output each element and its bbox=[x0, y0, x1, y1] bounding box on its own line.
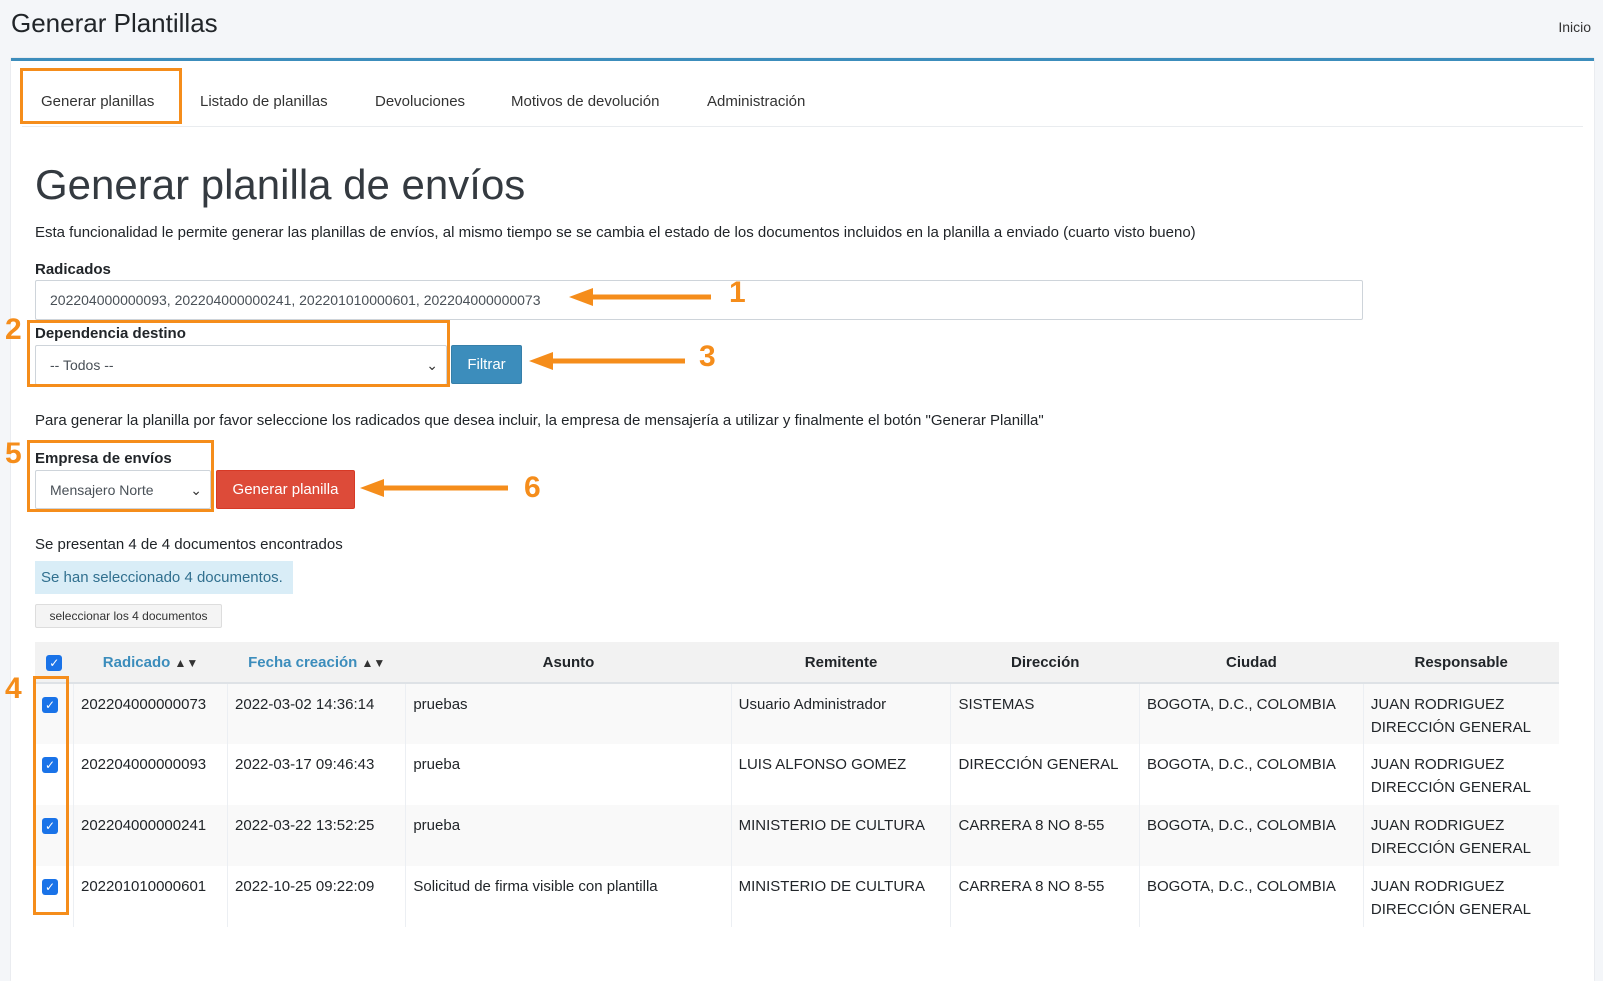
cell-asunto: Solicitud de firma visible con plantilla bbox=[405, 866, 732, 927]
tab-listado-planillas[interactable]: Listado de planillas bbox=[200, 93, 328, 110]
table-row[interactable]: ✓ 202201010000601 2022-10-25 09:22:09 So… bbox=[35, 866, 1559, 927]
page-heading: Generar Plantillas bbox=[11, 8, 218, 38]
responsable-name: JUAN RODRIGUEZ bbox=[1370, 756, 1505, 773]
annotation-number-3: 3 bbox=[699, 340, 716, 373]
highlight-empresa bbox=[27, 440, 214, 512]
cell-responsable: JUAN RODRIGUEZ DIRECCIÓN GENERAL bbox=[1363, 744, 1559, 805]
responsable-dependencia: DIRECCIÓN GENERAL bbox=[1370, 901, 1531, 918]
sort-icon: ▲▼ bbox=[174, 655, 199, 670]
column-responsable: Responsable bbox=[1363, 642, 1559, 684]
column-radicado[interactable]: Radicado ▲▼ bbox=[73, 642, 228, 684]
instructions-text: Para generar la planilla por favor selec… bbox=[35, 412, 1044, 429]
page-description: Esta funcionalidad le permite generar la… bbox=[35, 224, 1196, 241]
results-count-text: Se presentan 4 de 4 documentos encontrad… bbox=[35, 536, 343, 553]
cell-fecha: 2022-10-25 09:22:09 bbox=[227, 866, 407, 927]
selected-alert: Se han seleccionado 4 documentos. bbox=[35, 561, 293, 594]
table-header-row: ✓ Radicado ▲▼ Fecha creación ▲▼ Asunto R… bbox=[35, 642, 1559, 684]
highlight-dependencia bbox=[27, 320, 450, 387]
annotation-number-2: 2 bbox=[5, 313, 22, 346]
column-remitente: Remitente bbox=[731, 642, 951, 684]
cell-radicado: 202204000000073 bbox=[73, 683, 229, 744]
cell-fecha: 2022-03-02 14:36:14 bbox=[227, 683, 407, 744]
generate-button[interactable]: Generar planilla bbox=[216, 470, 355, 509]
annotation-number-5: 5 bbox=[5, 437, 22, 470]
cell-radicado: 202204000000241 bbox=[73, 805, 229, 866]
cell-responsable: JUAN RODRIGUEZ DIRECCIÓN GENERAL bbox=[1363, 805, 1559, 866]
cell-asunto: prueba bbox=[405, 744, 732, 805]
cell-ciudad: BOGOTA, D.C., COLOMBIA bbox=[1139, 866, 1364, 927]
breadcrumb-home-link[interactable]: Inicio bbox=[1558, 19, 1591, 35]
cell-remitente: MINISTERIO DE CULTURA bbox=[731, 866, 952, 927]
cell-ciudad: BOGOTA, D.C., COLOMBIA bbox=[1139, 744, 1364, 805]
cell-responsable: JUAN RODRIGUEZ DIRECCIÓN GENERAL bbox=[1363, 866, 1559, 927]
highlight-tab-generar bbox=[20, 68, 182, 124]
top-bar: Generar Plantillas Inicio bbox=[0, 0, 1603, 58]
radicados-label: Radicados bbox=[35, 261, 111, 278]
select-all-documents-button[interactable]: seleccionar los 4 documentos bbox=[35, 604, 222, 628]
column-radicado-label: Radicado bbox=[102, 653, 171, 671]
column-asunto: Asunto bbox=[405, 642, 732, 684]
annotation-arrow-6 bbox=[360, 479, 508, 497]
annotation-number-1: 1 bbox=[729, 276, 746, 309]
responsable-name: JUAN RODRIGUEZ bbox=[1370, 878, 1505, 895]
tab-devoluciones[interactable]: Devoluciones bbox=[375, 93, 465, 110]
cell-direccion: CARRERA 8 NO 8-55 bbox=[950, 805, 1140, 866]
column-ciudad: Ciudad bbox=[1139, 642, 1364, 684]
cell-radicado: 202201010000601 bbox=[73, 866, 229, 927]
page-title: Generar planilla de envíos bbox=[35, 161, 526, 208]
responsable-dependencia: DIRECCIÓN GENERAL bbox=[1370, 840, 1531, 857]
tab-motivos-devolucion[interactable]: Motivos de devolución bbox=[511, 93, 659, 110]
cell-direccion: SISTEMAS bbox=[950, 683, 1140, 744]
annotation-number-4: 4 bbox=[5, 672, 22, 705]
cell-fecha: 2022-03-22 13:52:25 bbox=[227, 805, 407, 866]
responsable-dependencia: DIRECCIÓN GENERAL bbox=[1370, 779, 1531, 796]
cell-ciudad: BOGOTA, D.C., COLOMBIA bbox=[1139, 683, 1364, 744]
documents-table: ✓ Radicado ▲▼ Fecha creación ▲▼ Asunto R… bbox=[35, 642, 1559, 927]
annotation-arrow-1 bbox=[569, 288, 711, 306]
tab-administracion[interactable]: Administración bbox=[707, 93, 805, 110]
cell-remitente: Usuario Administrador bbox=[731, 683, 952, 744]
cell-radicado: 202204000000093 bbox=[73, 744, 229, 805]
cell-remitente: LUIS ALFONSO GOMEZ bbox=[731, 744, 952, 805]
tab-bar: Generar planillas Listado de planillas D… bbox=[22, 61, 1583, 127]
cell-asunto: prueba bbox=[405, 805, 732, 866]
responsable-name: JUAN RODRIGUEZ bbox=[1370, 696, 1505, 713]
responsable-dependencia: DIRECCIÓN GENERAL bbox=[1370, 719, 1531, 736]
cell-remitente: MINISTERIO DE CULTURA bbox=[731, 805, 952, 866]
table-row[interactable]: ✓ 202204000000241 2022-03-22 13:52:25 pr… bbox=[35, 805, 1559, 866]
column-direccion: Dirección bbox=[950, 642, 1140, 684]
cell-ciudad: BOGOTA, D.C., COLOMBIA bbox=[1139, 805, 1364, 866]
table-row[interactable]: ✓ 202204000000073 2022-03-02 14:36:14 pr… bbox=[35, 683, 1559, 744]
cell-responsable: JUAN RODRIGUEZ DIRECCIÓN GENERAL bbox=[1363, 683, 1559, 744]
sort-icon: ▲▼ bbox=[361, 655, 386, 670]
annotation-arrow-3 bbox=[529, 352, 685, 370]
column-fecha-label: Fecha creación bbox=[248, 653, 358, 671]
annotation-number-6: 6 bbox=[524, 471, 541, 504]
cell-fecha: 2022-03-17 09:46:43 bbox=[227, 744, 407, 805]
main-card: Generar planillas Listado de planillas D… bbox=[11, 58, 1594, 981]
responsable-name: JUAN RODRIGUEZ bbox=[1370, 817, 1505, 834]
cell-direccion: CARRERA 8 NO 8-55 bbox=[950, 866, 1140, 927]
table-row[interactable]: ✓ 202204000000093 2022-03-17 09:46:43 pr… bbox=[35, 744, 1559, 805]
column-fecha[interactable]: Fecha creación ▲▼ bbox=[227, 642, 406, 684]
select-all-checkbox[interactable]: ✓ bbox=[46, 654, 63, 671]
cell-direccion: DIRECCIÓN GENERAL bbox=[950, 744, 1140, 805]
filter-button[interactable]: Filtrar bbox=[451, 345, 522, 384]
cell-asunto: pruebas bbox=[405, 683, 732, 744]
highlight-checkboxes bbox=[33, 676, 69, 915]
